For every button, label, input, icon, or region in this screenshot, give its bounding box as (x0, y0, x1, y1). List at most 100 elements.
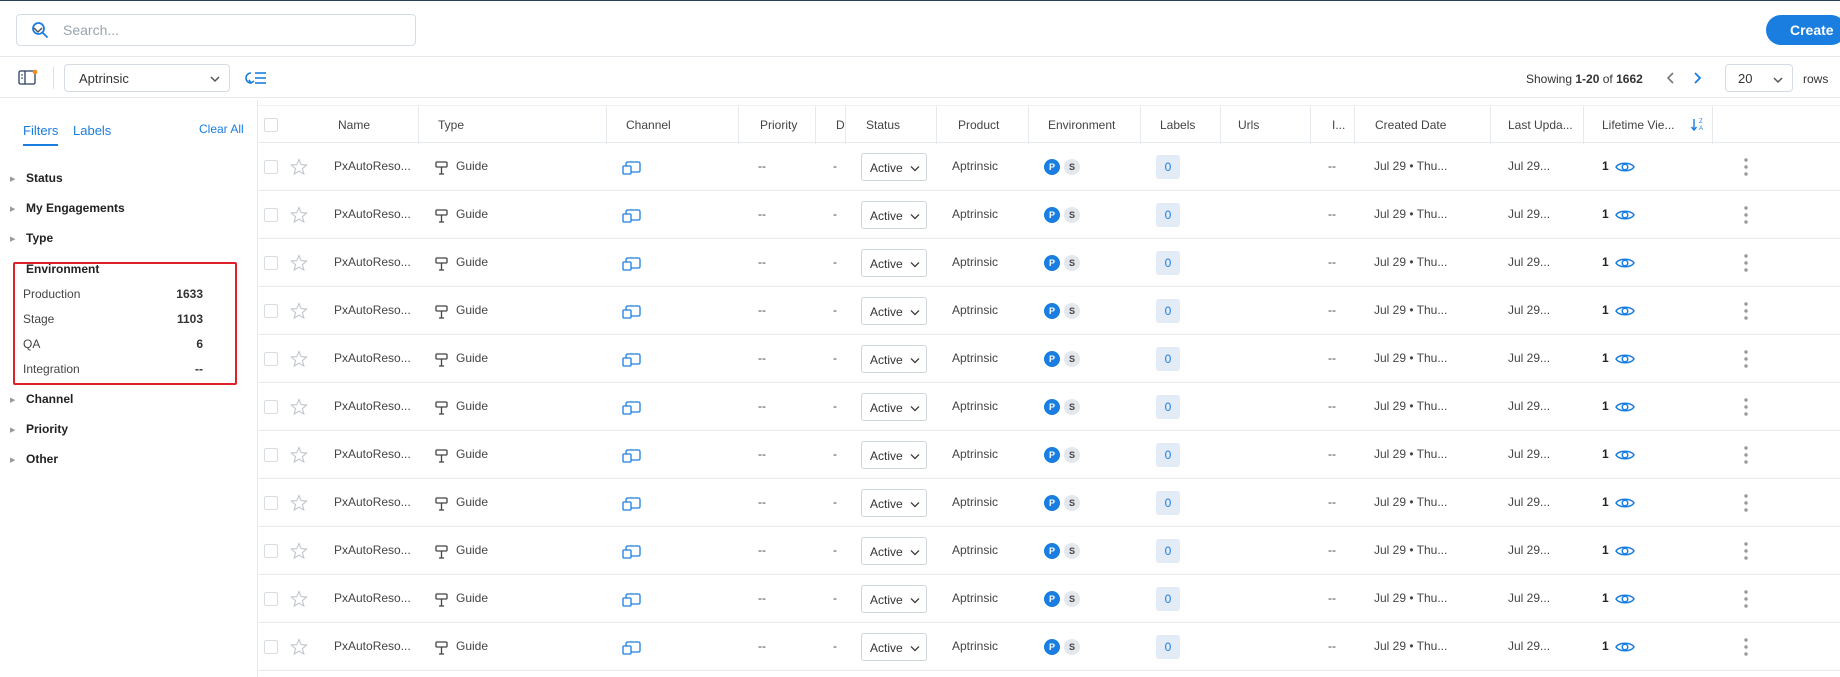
labels-count-badge[interactable]: 0 (1156, 587, 1180, 611)
star-icon[interactable] (290, 206, 308, 224)
status-select[interactable]: Active (861, 537, 927, 565)
row-checkbox[interactable] (264, 304, 278, 318)
eye-icon[interactable] (1614, 399, 1636, 415)
more-options-icon[interactable] (1743, 253, 1749, 273)
more-options-icon[interactable] (1743, 205, 1749, 225)
star-icon[interactable] (290, 302, 308, 320)
column-header-product[interactable]: Product (958, 118, 999, 132)
product-select[interactable]: Aptrinsic (64, 64, 230, 92)
more-options-icon[interactable] (1743, 637, 1749, 657)
env-filter-production[interactable]: Production 1633 (23, 287, 203, 301)
table-row[interactable]: PxAutoReso... Guide -- - Active Aptrinsi… (258, 527, 1840, 575)
star-icon[interactable] (290, 158, 308, 176)
select-all-checkbox[interactable] (264, 118, 278, 132)
labels-count-badge[interactable]: 0 (1156, 395, 1180, 419)
more-options-icon[interactable] (1743, 397, 1749, 417)
eye-icon[interactable] (1614, 255, 1636, 271)
more-options-icon[interactable] (1743, 493, 1749, 513)
filter-group-status[interactable]: ▶ Status (10, 171, 63, 185)
labels-count-badge[interactable]: 0 (1156, 299, 1180, 323)
star-icon[interactable] (290, 494, 308, 512)
column-header-priority[interactable]: Priority (760, 118, 797, 132)
row-checkbox[interactable] (264, 160, 278, 174)
engagement-name-link[interactable]: PxAutoReso... (334, 447, 411, 461)
row-checkbox[interactable] (264, 640, 278, 654)
status-select[interactable]: Active (861, 297, 927, 325)
status-select[interactable]: Active (861, 441, 927, 469)
star-icon[interactable] (290, 542, 308, 560)
status-select[interactable]: Active (861, 201, 927, 229)
engagement-name-link[interactable]: PxAutoReso... (334, 255, 411, 269)
table-row[interactable]: PxAutoReso... Guide -- - Active Aptrinsi… (258, 143, 1840, 191)
star-icon[interactable] (290, 446, 308, 464)
filter-group-environment[interactable]: Environment (26, 262, 99, 276)
status-select[interactable]: Active (861, 633, 927, 661)
labels-count-badge[interactable]: 0 (1156, 347, 1180, 371)
labels-count-badge[interactable]: 0 (1156, 539, 1180, 563)
eye-icon[interactable] (1614, 207, 1636, 223)
status-select[interactable]: Active (861, 393, 927, 421)
column-header-name[interactable]: Name (338, 118, 370, 132)
previous-page-icon[interactable] (1664, 70, 1678, 86)
engagement-name-link[interactable]: PxAutoReso... (334, 639, 411, 653)
engagement-name-link[interactable]: PxAutoReso... (334, 303, 411, 317)
filter-panel-toggle-icon[interactable] (18, 69, 38, 87)
eye-icon[interactable] (1614, 591, 1636, 607)
engagement-name-link[interactable]: PxAutoReso... (334, 591, 411, 605)
create-button[interactable]: Create (1766, 15, 1840, 45)
engagement-name-link[interactable]: PxAutoReso... (334, 543, 411, 557)
table-row[interactable]: PxAutoReso... Guide -- - Active Aptrinsi… (258, 191, 1840, 239)
row-checkbox[interactable] (264, 448, 278, 462)
rows-per-page-select[interactable]: 20 (1725, 64, 1793, 92)
column-header-status[interactable]: Status (866, 118, 900, 132)
filter-group-other[interactable]: ▶ Other (10, 452, 58, 466)
sort-descending-icon[interactable]: ZA (1690, 116, 1708, 134)
labels-count-badge[interactable]: 0 (1156, 251, 1180, 275)
column-header-environment[interactable]: Environment (1048, 118, 1115, 132)
engagement-name-link[interactable]: PxAutoReso... (334, 159, 411, 173)
eye-icon[interactable] (1614, 543, 1636, 559)
table-row[interactable]: PxAutoReso... Guide -- - Active Aptrinsi… (258, 335, 1840, 383)
table-row[interactable]: PxAutoReso... Guide -- - Active Aptrinsi… (258, 287, 1840, 335)
tab-labels[interactable]: Labels (73, 123, 111, 138)
eye-icon[interactable] (1614, 159, 1636, 175)
status-select[interactable]: Active (861, 345, 927, 373)
tab-filters[interactable]: Filters (23, 123, 59, 146)
star-icon[interactable] (290, 398, 308, 416)
eye-icon[interactable] (1614, 495, 1636, 511)
env-filter-qa[interactable]: QA 6 (23, 337, 203, 351)
eye-icon[interactable] (1614, 639, 1636, 655)
more-options-icon[interactable] (1743, 349, 1749, 369)
column-header-i[interactable]: I... (1332, 118, 1345, 132)
more-options-icon[interactable] (1743, 589, 1749, 609)
search-input[interactable] (63, 19, 363, 41)
table-row[interactable]: PxAutoReso... Guide -- - Active Aptrinsi… (258, 623, 1840, 671)
column-header-channel[interactable]: Channel (626, 118, 671, 132)
column-header-created-date[interactable]: Created Date (1375, 118, 1446, 132)
more-options-icon[interactable] (1743, 301, 1749, 321)
labels-count-badge[interactable]: 0 (1156, 203, 1180, 227)
table-row[interactable]: PxAutoReso... Guide -- - Active Aptrinsi… (258, 239, 1840, 287)
env-filter-stage[interactable]: Stage 1103 (23, 312, 203, 326)
more-options-icon[interactable] (1743, 157, 1749, 177)
status-select[interactable]: Active (861, 489, 927, 517)
column-header-lifetime-views[interactable]: Lifetime Vie... (1602, 118, 1674, 132)
engagement-name-link[interactable]: PxAutoReso... (334, 351, 411, 365)
eye-icon[interactable] (1614, 303, 1636, 319)
engagement-name-link[interactable]: PxAutoReso... (334, 207, 411, 221)
column-header-urls[interactable]: Urls (1238, 118, 1259, 132)
eye-icon[interactable] (1614, 351, 1636, 367)
row-checkbox[interactable] (264, 256, 278, 270)
engagement-name-link[interactable]: PxAutoReso... (334, 495, 411, 509)
star-icon[interactable] (290, 254, 308, 272)
table-row[interactable]: PxAutoReso... Guide -- - Active Aptrinsi… (258, 431, 1840, 479)
column-header-labels[interactable]: Labels (1160, 118, 1195, 132)
engagement-name-link[interactable]: PxAutoReso... (334, 399, 411, 413)
row-checkbox[interactable] (264, 544, 278, 558)
column-header-type[interactable]: Type (438, 118, 464, 132)
status-select[interactable]: Active (861, 249, 927, 277)
filter-group-channel[interactable]: ▶ Channel (10, 392, 73, 406)
next-page-icon[interactable] (1690, 70, 1704, 86)
column-header-last-updated[interactable]: Last Upda... (1508, 118, 1573, 132)
chevron-down-icon[interactable] (31, 23, 45, 37)
